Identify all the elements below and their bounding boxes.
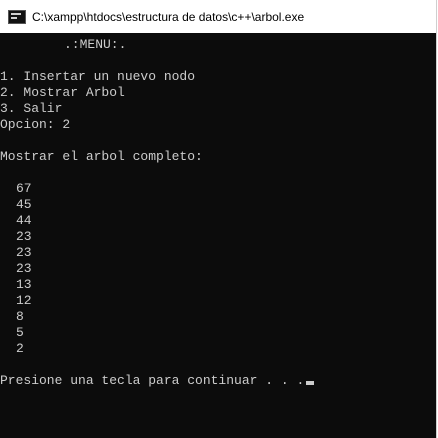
window-title: C:\xampp\htdocs\estructura de datos\c++\…: [32, 9, 305, 24]
tree-value: 5: [16, 325, 24, 340]
menu-header: .:MENU:.: [64, 37, 127, 52]
tree-value: 12: [16, 293, 32, 308]
menu-option: 1. Insertar un nuevo nodo: [0, 69, 196, 84]
section-title: Mostrar el arbol completo:: [0, 149, 203, 164]
tree-value: 23: [16, 245, 32, 260]
continue-line: Presione una tecla para continuar . . .: [0, 373, 436, 389]
tree-value: 13: [16, 277, 32, 292]
title-bar[interactable]: C:\xampp\htdocs\estructura de datos\c++\…: [0, 0, 436, 33]
tree-value: 67: [16, 181, 32, 196]
tree-value: 8: [16, 309, 24, 324]
menu-option: 3. Salir: [0, 101, 63, 116]
tree-value: 23: [16, 261, 32, 276]
console-window: C:\xampp\htdocs\estructura de datos\c++\…: [0, 0, 437, 438]
option-prompt: Opcion: 2: [0, 117, 71, 132]
tree-value: 2: [16, 341, 24, 356]
continue-prompt: Presione una tecla para continuar . . .: [0, 373, 305, 388]
console-app-icon: [8, 9, 26, 24]
tree-value: 23: [16, 229, 32, 244]
menu-option: 2. Mostrar Arbol: [0, 85, 125, 100]
tree-value: 45: [16, 197, 32, 212]
tree-value: 44: [16, 213, 32, 228]
text-cursor: [306, 381, 315, 385]
console-output[interactable]: .:MENU:. 1. Insertar un nuevo nodo 2. Mo…: [0, 33, 436, 438]
